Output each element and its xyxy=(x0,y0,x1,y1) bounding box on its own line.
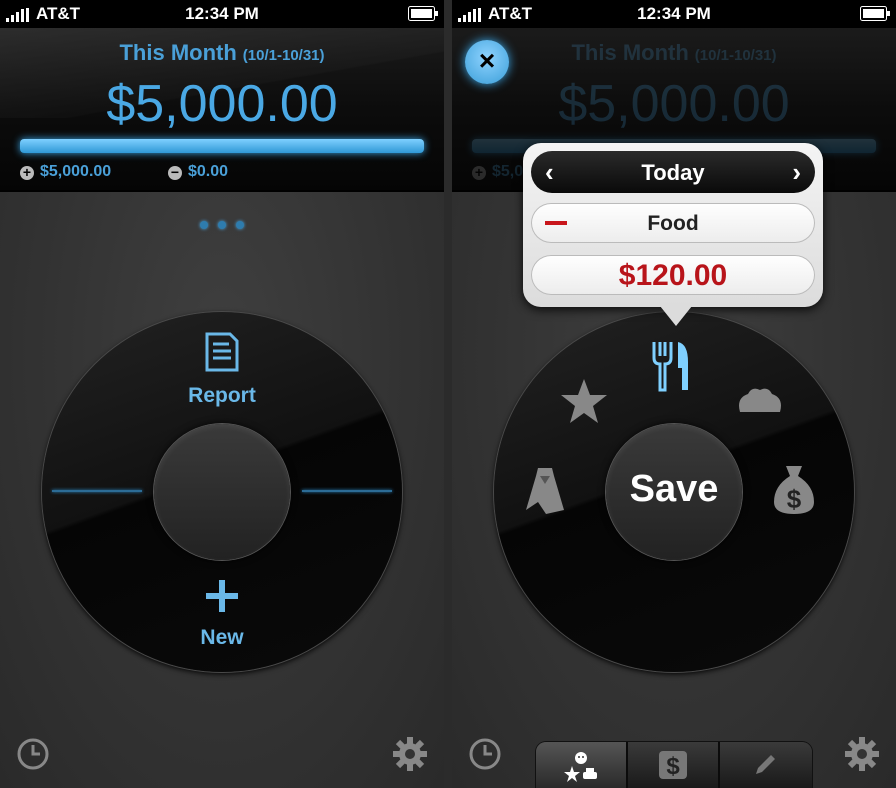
entry-mode-tabs: $ xyxy=(536,742,812,788)
report-label: Report xyxy=(188,384,256,407)
balance-total: $5,000.00 xyxy=(558,75,790,133)
pencil-icon xyxy=(752,752,778,783)
wheel-center xyxy=(154,424,290,560)
fork-knife-icon[interactable] xyxy=(650,340,692,397)
date-selector: ‹ Today › xyxy=(531,151,815,193)
amount-value: $120.00 xyxy=(618,259,728,292)
svg-text:$: $ xyxy=(666,753,680,780)
new-label: New xyxy=(200,626,244,649)
battery-icon xyxy=(860,6,890,26)
report-button[interactable]: Report xyxy=(162,330,282,410)
battery-icon xyxy=(408,6,438,26)
status-bar: AT&T 12:34 PM xyxy=(452,0,896,28)
tab-categories[interactable] xyxy=(536,742,628,788)
history-clock-icon[interactable] xyxy=(468,737,502,776)
budget-progress-bar xyxy=(20,139,424,153)
expense-stat: − $0.00 xyxy=(168,163,228,181)
new-entry-screen: AT&T 12:34 PM This Month (10/1-10/31) $5,… xyxy=(452,0,896,788)
expense-amount: $0.00 xyxy=(188,163,229,180)
star-icon[interactable] xyxy=(560,378,608,429)
plus-icon xyxy=(206,580,238,617)
plus-circle-icon: + xyxy=(472,165,486,180)
category-field[interactable]: Food xyxy=(531,203,815,243)
status-bar: AT&T 12:34 PM xyxy=(0,0,444,28)
save-button[interactable]: Save xyxy=(606,424,742,560)
category-wheel: $ Save xyxy=(494,312,854,672)
dollar-icon: $ xyxy=(658,750,688,785)
tab-note[interactable] xyxy=(720,742,810,788)
page-dot xyxy=(218,221,226,229)
chevron-right-icon[interactable]: › xyxy=(792,157,801,188)
page-dot xyxy=(200,221,208,229)
period-range: (10/1-10/31) xyxy=(694,47,777,64)
income-stat: + $5,000.00 xyxy=(20,163,111,181)
period-title: This Month xyxy=(119,40,237,65)
save-label: Save xyxy=(629,468,719,510)
smiley-star-car-icon xyxy=(564,750,598,787)
new-entry-button[interactable]: New xyxy=(162,574,282,654)
close-button[interactable]: × xyxy=(465,40,509,84)
wheel-divider xyxy=(302,490,392,492)
clock: 12:34 PM xyxy=(637,4,711,23)
wheel-divider xyxy=(52,490,142,492)
settings-gear-icon[interactable] xyxy=(392,736,428,777)
entry-popover: ‹ Today › Food $120.00 xyxy=(523,143,823,307)
period-title: This Month xyxy=(571,40,689,65)
svg-text:$: $ xyxy=(787,484,802,514)
history-clock-icon[interactable] xyxy=(16,737,50,776)
action-wheel: Report New xyxy=(42,312,402,672)
popover-pointer xyxy=(660,306,692,326)
plus-circle-icon: + xyxy=(20,165,34,180)
balance-total: $5,000.00 xyxy=(106,75,338,133)
main-screen: AT&T 12:34 PM This Month (10/1-10/31) $5,… xyxy=(0,0,444,788)
income-amount: $5,000.00 xyxy=(40,163,112,180)
amount-field[interactable]: $120.00 xyxy=(531,255,815,295)
category-label: Food xyxy=(647,212,699,235)
minus-circle-icon: − xyxy=(168,165,182,180)
tab-money[interactable]: $ xyxy=(628,742,720,788)
page-indicator[interactable] xyxy=(0,216,444,234)
date-label: Today xyxy=(641,160,705,185)
bread-icon[interactable] xyxy=(736,386,784,419)
page-dot xyxy=(236,221,244,229)
settings-gear-icon[interactable] xyxy=(844,736,880,777)
month-summary[interactable]: This Month (10/1-10/31) $5,000.00 + $5,000… xyxy=(0,28,444,192)
money-bag-icon[interactable]: $ xyxy=(772,464,816,521)
clock: 12:34 PM xyxy=(185,4,259,23)
period-range: (10/1-10/31) xyxy=(242,47,325,64)
necktie-shirt-icon[interactable] xyxy=(524,466,566,521)
report-document-icon xyxy=(204,332,240,377)
close-icon: × xyxy=(478,45,496,76)
